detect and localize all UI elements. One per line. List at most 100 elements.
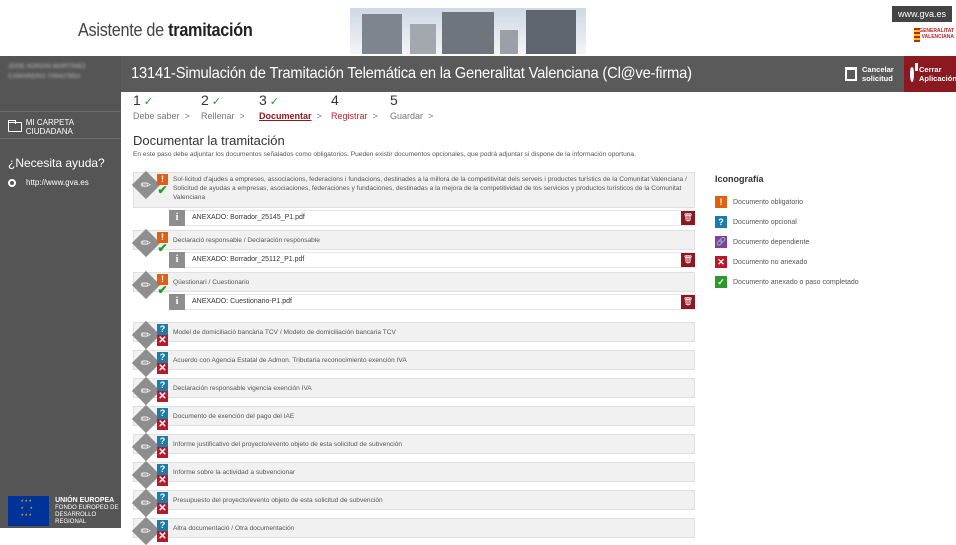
paperclip-icon[interactable]: ✎ <box>131 516 161 545</box>
attachment-row: i ANEXADO: Cuestionario-P1.pdf <box>169 294 695 310</box>
document-row: ✎? ✕ Informe justificativo del proyecto/ev… <box>131 432 695 462</box>
check-icon: ✔ <box>157 241 168 255</box>
eu-logo: UNIÓN EUROPEA FONDO EUROPEO DE DESARROLL… <box>8 496 121 526</box>
cross-icon: ✕ <box>157 335 168 346</box>
check-icon: ✓ <box>269 96 280 108</box>
procedure-title: 13141-Simulación de Tramitación Telemáti… <box>131 65 692 82</box>
document-name: Informe justificativo del proyecto/event… <box>173 441 403 448</box>
document-name: Declaració responsable / Declaración res… <box>173 237 320 244</box>
power-icon <box>910 63 918 82</box>
step-1[interactable]: 1 ✓ Debe saber > <box>133 92 190 121</box>
cross-icon: ✕ <box>157 447 168 458</box>
section-title: Documentar la tramitación <box>133 133 285 148</box>
cross-icon: ✕ <box>157 475 168 486</box>
paperclip-icon[interactable]: ✎ <box>131 320 161 350</box>
document-name: Altra documentació / Otra documentación <box>173 525 295 532</box>
chevron-right-icon: > <box>184 111 190 121</box>
paperclip-icon[interactable]: ✎ <box>131 228 161 258</box>
chevron-right-icon: > <box>316 111 322 121</box>
document-name: Informe sobre la actividad a subvenciona… <box>173 469 296 476</box>
section-description: En este paso debe adjuntar los documento… <box>133 151 636 158</box>
document-name: Acuerdo con Agencia Estatal de Admon. Tr… <box>173 357 407 364</box>
close-application-button[interactable]: Cerrar Aplicación <box>904 56 956 92</box>
app-header: Asistente de tramitación www.gva.es GENE… <box>0 0 956 56</box>
sidebar-divider <box>0 111 121 112</box>
cancel-request-button[interactable]: Cancelar solicitud <box>841 56 901 92</box>
paperclip-icon[interactable]: ✎ <box>131 488 161 518</box>
paperclip-icon[interactable]: ✎ <box>131 376 161 406</box>
check-icon: ✓ <box>211 96 222 108</box>
attachment-row: i ANEXADO: Borrador_25112_P1.pdf <box>169 252 695 268</box>
attachment-filename[interactable]: ANEXADO: Cuestionario-P1.pdf <box>192 298 292 305</box>
legend-item: ✕ Documento no anexado <box>715 252 859 272</box>
user-name: JOSE ADRIAN MARTINEZ CAMARERO 73942785A <box>8 63 86 80</box>
chevron-right-icon: > <box>372 111 378 121</box>
info-icon[interactable]: i <box>169 210 185 226</box>
document-row: ✎? ✕ Presupuesto del proyecto/evento objet… <box>131 488 695 518</box>
document-row: ✎? ✕ Informe sobre la actividad a subvenci… <box>131 460 695 490</box>
info-icon[interactable]: i <box>169 294 185 310</box>
cross-icon: ✕ <box>157 391 168 402</box>
document-row: ✎? ✕ Altra documentació / Otra documentaci… <box>131 516 695 545</box>
question-icon: ? <box>157 520 168 531</box>
step-4[interactable]: 4 Registrar > <box>331 92 378 121</box>
document-name: Declaración responsable vigencia exenció… <box>173 385 312 392</box>
app-title: Asistente de tramitación <box>78 20 253 40</box>
step-2[interactable]: 2 ✓ Rellenar > <box>201 92 245 121</box>
paperclip-icon[interactable]: ✎ <box>131 170 161 200</box>
question-icon: ? <box>157 492 168 503</box>
question-icon: ? <box>157 352 168 363</box>
attachment-row: i ANEXADO: Borrador_25145_P1.pdf <box>169 210 695 226</box>
question-icon: ? <box>715 216 727 228</box>
sidebar: JOSE ADRIAN MARTINEZ CAMARERO 73942785A … <box>0 56 121 528</box>
generalitat-logo: GENERALITAT VALENCIANA <box>914 28 954 48</box>
step-5[interactable]: 5 Guardar > <box>390 92 433 121</box>
cross-icon: ✕ <box>715 256 727 268</box>
document-name: Sol·licitud d'ajudes a empreses, associa… <box>173 176 687 201</box>
delete-attachment-button[interactable]: 🗑 <box>681 211 695 225</box>
globe-icon <box>8 178 16 187</box>
document-name: Documento de exención del pago del IAE <box>173 413 295 420</box>
check-icon: ✓ <box>715 276 727 288</box>
document-row: ✎? ✕ Model de domiciliació bancària TCV / … <box>131 320 695 350</box>
iconography-legend: Iconografía ! Documento obligatorio ? Docu… <box>715 174 859 292</box>
question-icon: ? <box>157 380 168 391</box>
cross-icon: ✕ <box>157 503 168 514</box>
trash-icon <box>845 67 857 81</box>
question-icon: ? <box>157 464 168 475</box>
header-banner-image <box>350 8 586 54</box>
cross-icon: ✕ <box>157 531 168 542</box>
document-row: ✎! ✔ Declaració responsable / Declaración … <box>131 228 695 258</box>
chevron-right-icon: > <box>428 111 434 121</box>
paperclip-icon[interactable]: ✎ <box>131 404 161 434</box>
gva-link[interactable]: www.gva.es <box>891 6 952 22</box>
check-icon: ✓ <box>143 96 154 108</box>
attachment-filename[interactable]: ANEXADO: Borrador_25145_P1.pdf <box>192 214 305 221</box>
check-icon: ✔ <box>157 283 168 297</box>
step-3[interactable]: 3 ✓ Documentar > <box>259 92 322 121</box>
attachment-filename[interactable]: ANEXADO: Borrador_25112_P1.pdf <box>192 256 304 263</box>
paperclip-icon[interactable]: ✎ <box>131 432 161 462</box>
paperclip-icon[interactable]: ✎ <box>131 270 161 300</box>
check-icon: ✔ <box>157 183 168 197</box>
question-icon: ? <box>157 436 168 447</box>
info-icon[interactable]: i <box>169 252 185 268</box>
eu-flag-icon <box>8 496 50 526</box>
delete-attachment-button[interactable]: 🗑 <box>681 295 695 309</box>
document-name: Presupuesto del proyecto/evento objeto d… <box>173 497 383 504</box>
help-title: ¿Necesita ayuda? <box>8 156 105 170</box>
sidebar-divider <box>0 138 121 139</box>
cross-icon: ✕ <box>157 419 168 430</box>
legend-item: ! Documento obligatorio <box>715 192 859 212</box>
flag-icon <box>914 28 920 42</box>
exclamation-icon: ! <box>715 196 727 208</box>
folder-icon <box>8 120 22 132</box>
paperclip-icon[interactable]: ✎ <box>131 348 161 378</box>
delete-attachment-button[interactable]: 🗑 <box>681 253 695 267</box>
question-icon: ? <box>157 324 168 335</box>
my-folder-link[interactable]: MI CARPETA CIUDADANA <box>8 118 121 136</box>
help-link[interactable]: http://www.gva.es <box>8 178 89 187</box>
document-name: Model de domiciliació bancària TCV / Mod… <box>173 329 396 336</box>
legend-item: ✓ Documento anexado o paso completado <box>715 272 859 292</box>
paperclip-icon[interactable]: ✎ <box>131 460 161 490</box>
